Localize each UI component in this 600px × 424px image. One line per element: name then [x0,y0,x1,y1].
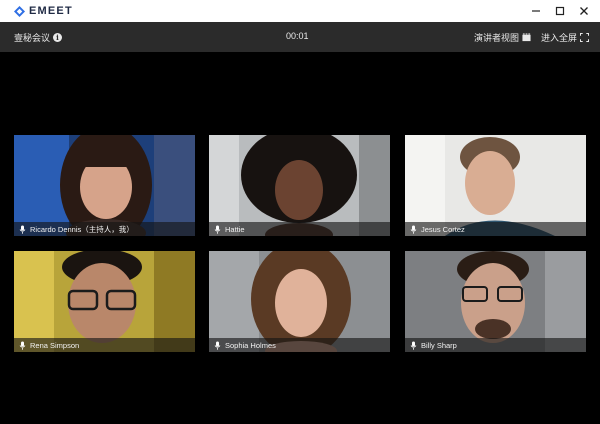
meeting-timer: 00:01 [286,31,309,41]
fullscreen-label: 进入全屏 [541,33,578,43]
participant-video [405,251,586,352]
speaker-view-label: 演讲者视图 [474,33,520,43]
logo-text: EMEET [29,5,73,17]
participant-video [14,135,195,236]
participant-name: Sophia Holmes [225,340,276,350]
participant-name: Hattie [225,224,245,234]
participant-nameplate: Hattie [209,222,390,236]
participant-name: Rena Simpson [30,340,80,350]
maximize-button[interactable] [550,2,570,20]
microphone-icon [19,341,26,350]
close-icon [580,7,588,15]
participant-name: Ricardo Dennis（主持人，我） [30,224,134,234]
speaker-view-icon [522,33,531,42]
title-bar: EMEET [0,0,600,22]
participant-video [405,135,586,236]
participant-video [209,251,390,352]
fullscreen-button[interactable]: 进入全屏 [541,31,590,44]
participant-nameplate: Jesus Cortez [405,222,586,236]
participant-tile[interactable]: Ricardo Dennis（主持人，我） [14,135,195,236]
participant-name: Billy Sharp [421,340,457,350]
participant-tile[interactable]: Rena Simpson [14,251,195,352]
close-button[interactable] [574,2,594,20]
microphone-icon [410,225,417,234]
maximize-icon [555,6,565,16]
participant-nameplate: Sophia Holmes [209,338,390,352]
emeet-logo-icon [14,5,25,17]
microphone-icon [410,341,417,350]
emeet-logo: EMEET [14,4,73,18]
participant-nameplate: Billy Sharp [405,338,586,352]
speaker-view-button[interactable]: 演讲者视图 [474,31,531,44]
participant-nameplate: Ricardo Dennis（主持人，我） [14,222,195,236]
participant-tile[interactable]: Billy Sharp [405,251,586,352]
info-icon: i [53,33,63,42]
meeting-toolbar: 壹秘会议 i 00:01 演讲者视图 进入全屏 [0,22,600,52]
video-stage: Ricardo Dennis（主持人，我） Hattie Jesus Corte… [0,52,600,424]
meeting-name: 壹秘会议 [14,33,51,43]
participant-tile[interactable]: Jesus Cortez [405,135,586,236]
participant-nameplate: Rena Simpson [14,338,195,352]
participant-video [209,135,390,236]
participant-video [14,251,195,352]
microphone-icon [214,225,221,234]
fullscreen-icon [580,33,590,42]
microphone-icon [19,225,26,234]
minimize-button[interactable] [526,2,546,20]
meeting-info-button[interactable]: 壹秘会议 i [14,31,63,44]
minimize-icon [532,10,540,12]
participant-name: Jesus Cortez [421,224,465,234]
participant-tile[interactable]: Sophia Holmes [209,251,390,352]
microphone-icon [214,341,221,350]
participant-tile[interactable]: Hattie [209,135,390,236]
